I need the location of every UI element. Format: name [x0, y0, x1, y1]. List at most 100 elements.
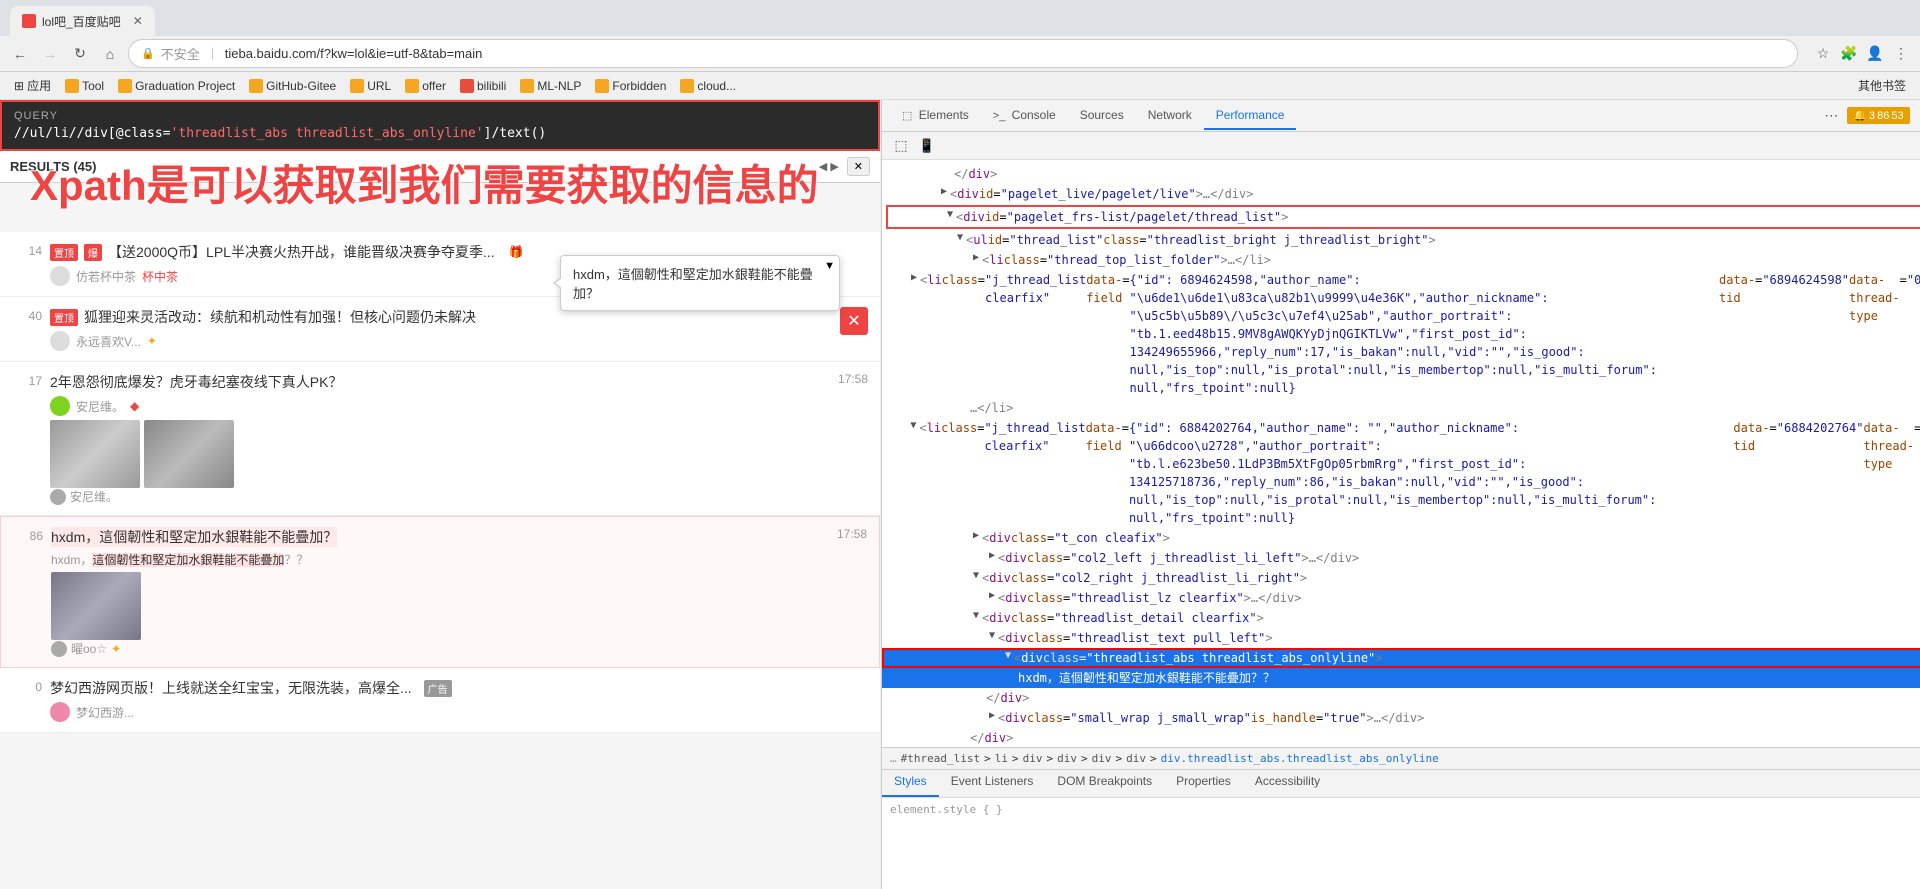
breadcrumb-div2[interactable]: div: [1057, 752, 1077, 765]
profile-icon[interactable]: 👤: [1864, 43, 1886, 65]
devtools-bottom: Styles Event Listeners DOM Breakpoints P…: [882, 769, 1920, 889]
tab-event-listeners[interactable]: Event Listeners: [939, 770, 1046, 797]
query-input[interactable]: //ul/li//div[@class='threadlist_abs thre…: [14, 126, 866, 141]
edit-button[interactable]: ✎: [880, 642, 881, 682]
inspect-icon[interactable]: ⬚: [890, 135, 912, 157]
forward-button[interactable]: →: [38, 42, 62, 66]
breadcrumb-li[interactable]: li: [995, 752, 1008, 765]
apps-icon: ⊞: [14, 79, 24, 93]
post-list-container: 14 置顶 爆 【送2000Q币】LPL半决赛火热开战，谁能晋级决赛争夺夏季..…: [0, 232, 880, 889]
extension-icon[interactable]: 🧩: [1838, 43, 1860, 65]
bookmark-tool[interactable]: Tool: [59, 77, 110, 95]
more-tabs-icon[interactable]: ⋯: [1819, 104, 1843, 128]
breadcrumb-thread-list[interactable]: #thread_list: [901, 752, 980, 765]
tab-console[interactable]: >_ Console: [981, 102, 1068, 130]
bookmark-other[interactable]: 其他书签: [1852, 75, 1912, 96]
breadcrumb-div3[interactable]: div: [1092, 752, 1112, 765]
post-title[interactable]: 2年恩怨彻底爆发？虎牙毒纪塞夜线下真人PK？: [50, 372, 342, 392]
notifications-badge[interactable]: 🔔 3 86 53: [1847, 107, 1909, 124]
bookmark-github[interactable]: GitHub-Gitee: [243, 77, 342, 95]
post-main: 梦幻西游网页版！上线就送全红宝宝，无限洗装，高爆全... 广告 梦幻西游...: [50, 678, 868, 722]
bookmark-icon[interactable]: ☆: [1812, 43, 1834, 65]
refresh-button[interactable]: ↻: [880, 596, 881, 636]
tree-node-ul-thread-list[interactable]: ▼ <ul id="thread_list" class="threadlist…: [882, 230, 1920, 250]
expand-icon[interactable]: ▼: [970, 609, 982, 621]
tree-node-col2-left[interactable]: ▶ <div class="col2_left j_threadlist_li_…: [882, 548, 1920, 568]
expand-icon[interactable]: ▶: [986, 709, 998, 721]
post-time: 17:58: [838, 372, 868, 386]
bookmark-forbidden[interactable]: Forbidden: [589, 77, 672, 95]
tab-properties[interactable]: Properties: [1164, 770, 1243, 797]
tree-node-threadlist-detail[interactable]: ▼ <div class="threadlist_detail clearfix…: [882, 608, 1920, 628]
post-title[interactable]: 梦幻西游网页版！上线就送全红宝宝，无限洗装，高爆全...: [50, 678, 412, 698]
tab-performance[interactable]: Performance: [1204, 102, 1297, 130]
tree-node-threadlist-text[interactable]: ▼ <div class="threadlist_text pull_left"…: [882, 628, 1920, 648]
breadcrumb-abs[interactable]: div.threadlist_abs.threadlist_abs_onlyli…: [1161, 752, 1439, 765]
tooltip-close[interactable]: ▼: [824, 260, 835, 272]
notif-count: 3: [1869, 110, 1875, 122]
home-button[interactable]: ⌂: [98, 42, 122, 66]
expand-icon[interactable]: ▶: [970, 251, 982, 263]
tree-node-pagelet-live[interactable]: ▶ <div id="pagelet_live/pagelet/live" >……: [882, 184, 1920, 204]
bookmark-bilibili[interactable]: bilibili: [454, 77, 512, 95]
author-name: 安尼维。: [76, 398, 124, 415]
clear-button[interactable]: ✕: [847, 157, 870, 176]
expand-icon[interactable]: ▶: [986, 549, 998, 561]
tab-accessibility[interactable]: Accessibility: [1243, 770, 1332, 797]
share-button[interactable]: ↗: [880, 550, 881, 590]
bookmark-graduation[interactable]: Graduation Project: [112, 77, 241, 95]
tree-node-li-thread-2[interactable]: ▼ <li class="j_thread_list clearfix" dat…: [882, 418, 1920, 528]
bookmark-cloud[interactable]: cloud...: [674, 77, 742, 95]
back-button[interactable]: ←: [8, 42, 32, 66]
tree-node-threadlist-lz[interactable]: ▶ <div class="threadlist_lz clearfix" >……: [882, 588, 1920, 608]
tab-elements[interactable]: ⬚ Elements: [890, 102, 981, 130]
tab-dom-breakpoints[interactable]: DOM Breakpoints: [1045, 770, 1164, 797]
breadcrumb-sep: >: [1046, 752, 1053, 765]
expand-icon[interactable]: ▼: [944, 208, 956, 220]
reply-author: 安尼维。: [70, 488, 118, 505]
expand-icon[interactable]: ▼: [954, 231, 966, 243]
tree-node-t-con[interactable]: ▶ <div class="t_con cleafix" >: [882, 528, 1920, 548]
post-title[interactable]: 【送2000Q币】LPL半决赛火热开战，谁能晋级决赛争夺夏季...: [108, 242, 495, 262]
post-title[interactable]: 狐狸迎来灵活改动：续航和机动性有加强！但核心问题仍未解决: [84, 307, 476, 327]
tree-node-pagelet-frs[interactable]: ▼ <div id="pagelet_frs-list/pagelet/thre…: [886, 205, 1920, 229]
tab-styles[interactable]: Styles: [882, 770, 939, 797]
tree-node-col2-right[interactable]: ▼ <div class="col2_right j_threadlist_li…: [882, 568, 1920, 588]
active-tab[interactable]: lol吧_百度贴吧 ✕: [10, 6, 155, 36]
settings-icon[interactable]: ⚙: [1914, 104, 1920, 128]
tooltip-text: hxdm，這個韌性和堅定加水銀鞋能不能疊加？: [573, 267, 813, 301]
post-title-row: 2年恩怨彻底爆发？虎牙毒纪塞夜线下真人PK？: [50, 372, 830, 392]
expand-icon[interactable]: ▼: [907, 419, 919, 431]
url-bar[interactable]: 🔒 不安全 ｜ tieba.baidu.com/f?kw=lol&ie=utf-…: [128, 39, 1798, 68]
bookmark-mlnlp[interactable]: ML-NLP: [514, 77, 587, 95]
post-title[interactable]: hxdm，這個韌性和堅定加水銀鞋能不能疊加？: [51, 527, 337, 547]
menu-icon[interactable]: ⋮: [1890, 43, 1912, 65]
bookmark-offer[interactable]: offer: [399, 77, 452, 95]
expand-icon[interactable]: ▶: [986, 589, 998, 601]
tree-node-li-top-folder[interactable]: ▶ <li class="thread_top_list_folder" >…<…: [882, 250, 1920, 270]
expand-icon[interactable]: ▼: [986, 629, 998, 641]
expand-icon[interactable]: ▶: [938, 185, 950, 197]
post-reply-info: 曜oo☆ ✦: [51, 640, 829, 657]
tab-close[interactable]: ✕: [133, 14, 143, 28]
tree-node-small-wrap[interactable]: ▶ <div class="small_wrap j_small_wrap" i…: [882, 708, 1920, 728]
expand-icon[interactable]: ▼: [1002, 649, 1014, 661]
breadcrumb-div1[interactable]: div: [1023, 752, 1043, 765]
expand-icon[interactable]: ▶: [908, 271, 920, 283]
tab-network[interactable]: Network: [1136, 102, 1204, 130]
bookmark-url[interactable]: URL: [344, 77, 397, 95]
bookmark-apps[interactable]: ⊞ 应用: [8, 75, 57, 96]
elements-toolbar: ⬚ 📱: [882, 132, 1920, 160]
close-notice[interactable]: ✕: [840, 307, 868, 335]
reload-button[interactable]: ↻: [68, 42, 92, 66]
heart-button[interactable]: ♡: [880, 734, 881, 774]
breadcrumb-sep: >: [1115, 752, 1122, 765]
tab-sources[interactable]: Sources: [1068, 102, 1136, 130]
notify-button[interactable]: 🔔: [880, 688, 881, 728]
expand-icon[interactable]: ▶: [970, 529, 982, 541]
breadcrumb-div4[interactable]: div: [1126, 752, 1146, 765]
device-icon[interactable]: 📱: [916, 135, 938, 157]
tree-node-threadlist-abs[interactable]: ▼ <div class="threadlist_abs threadlist_…: [882, 648, 1920, 668]
tree-node-li-thread-1[interactable]: ▶ <li class="j_thread_list clearfix" dat…: [882, 270, 1920, 398]
expand-icon[interactable]: ▼: [970, 569, 982, 581]
